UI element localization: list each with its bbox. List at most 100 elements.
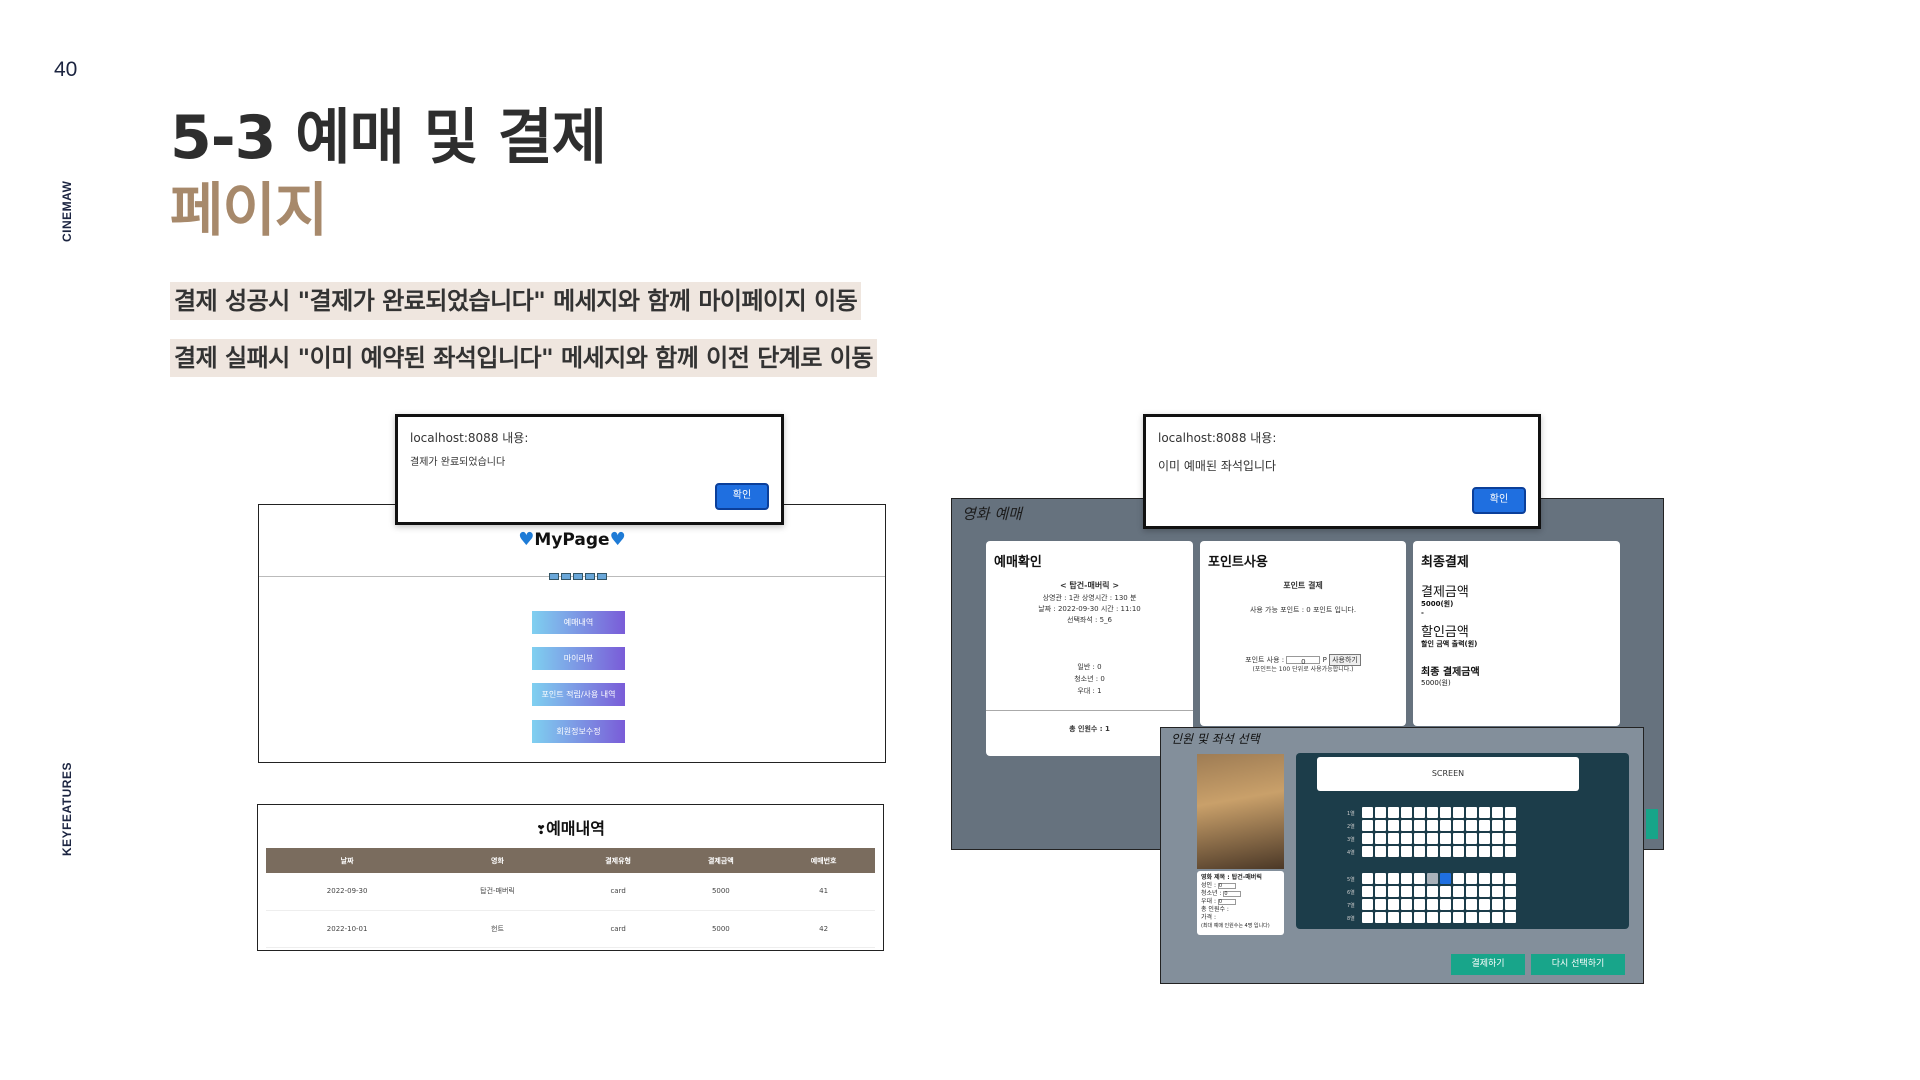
seat[interactable] bbox=[1479, 912, 1490, 923]
seat[interactable] bbox=[1375, 912, 1386, 923]
menu-reservations-button[interactable]: 예매내역 bbox=[532, 611, 625, 634]
seat[interactable] bbox=[1362, 820, 1373, 831]
seat[interactable] bbox=[1388, 873, 1399, 884]
seat[interactable] bbox=[1453, 912, 1464, 923]
seat[interactable] bbox=[1440, 886, 1451, 897]
seat[interactable] bbox=[1440, 807, 1451, 818]
seat[interactable] bbox=[1492, 912, 1503, 923]
seat[interactable] bbox=[1440, 820, 1451, 831]
seat[interactable] bbox=[1505, 886, 1516, 897]
seat[interactable] bbox=[1453, 807, 1464, 818]
seat[interactable] bbox=[1388, 820, 1399, 831]
seat[interactable] bbox=[1401, 899, 1412, 910]
seat[interactable] bbox=[1492, 807, 1503, 818]
seat[interactable] bbox=[1466, 820, 1477, 831]
seat[interactable] bbox=[1453, 833, 1464, 844]
seat[interactable] bbox=[1401, 873, 1412, 884]
seat[interactable] bbox=[1427, 886, 1438, 897]
menu-profile-button[interactable]: 회원정보수정 bbox=[532, 720, 625, 743]
seat[interactable] bbox=[1388, 846, 1399, 857]
seat[interactable] bbox=[1479, 820, 1490, 831]
seat[interactable] bbox=[1362, 846, 1373, 857]
seat[interactable] bbox=[1375, 899, 1386, 910]
seat[interactable] bbox=[1362, 833, 1373, 844]
seat[interactable] bbox=[1492, 820, 1503, 831]
seat[interactable] bbox=[1505, 846, 1516, 857]
senior-count-input[interactable]: 0 bbox=[1217, 898, 1236, 905]
pay-button[interactable]: 결제하기 bbox=[1451, 954, 1525, 975]
seat[interactable] bbox=[1505, 807, 1516, 818]
seat[interactable] bbox=[1362, 899, 1373, 910]
seat[interactable] bbox=[1375, 846, 1386, 857]
seat[interactable] bbox=[1362, 886, 1373, 897]
seat[interactable] bbox=[1466, 807, 1477, 818]
seat[interactable] bbox=[1440, 833, 1451, 844]
seat[interactable] bbox=[1492, 886, 1503, 897]
seat[interactable] bbox=[1479, 899, 1490, 910]
seat[interactable] bbox=[1414, 886, 1425, 897]
seat[interactable] bbox=[1414, 899, 1425, 910]
seat[interactable] bbox=[1362, 912, 1373, 923]
seat[interactable] bbox=[1453, 846, 1464, 857]
seat[interactable] bbox=[1466, 833, 1477, 844]
seat[interactable] bbox=[1505, 833, 1516, 844]
seat[interactable] bbox=[1388, 886, 1399, 897]
seat[interactable] bbox=[1466, 886, 1477, 897]
seat[interactable] bbox=[1427, 873, 1438, 884]
teen-count-input[interactable]: 0 bbox=[1223, 890, 1242, 897]
seat[interactable] bbox=[1505, 912, 1516, 923]
seat[interactable] bbox=[1492, 899, 1503, 910]
seat[interactable] bbox=[1427, 833, 1438, 844]
seat[interactable] bbox=[1375, 807, 1386, 818]
seat[interactable] bbox=[1479, 846, 1490, 857]
seat[interactable] bbox=[1479, 807, 1490, 818]
seat[interactable] bbox=[1453, 886, 1464, 897]
reselect-button[interactable]: 다시 선택하기 bbox=[1531, 954, 1625, 975]
seat[interactable] bbox=[1414, 833, 1425, 844]
seat[interactable] bbox=[1453, 873, 1464, 884]
seat[interactable] bbox=[1440, 873, 1451, 884]
seat[interactable] bbox=[1375, 833, 1386, 844]
seat[interactable] bbox=[1414, 820, 1425, 831]
seat[interactable] bbox=[1466, 846, 1477, 857]
seat[interactable] bbox=[1388, 807, 1399, 818]
seat[interactable] bbox=[1414, 846, 1425, 857]
seat[interactable] bbox=[1479, 886, 1490, 897]
seat[interactable] bbox=[1466, 912, 1477, 923]
seat[interactable] bbox=[1388, 912, 1399, 923]
seat[interactable] bbox=[1453, 820, 1464, 831]
seat[interactable] bbox=[1440, 899, 1451, 910]
seat[interactable] bbox=[1427, 820, 1438, 831]
seat[interactable] bbox=[1440, 846, 1451, 857]
seat[interactable] bbox=[1440, 912, 1451, 923]
menu-reviews-button[interactable]: 마이리뷰 bbox=[532, 647, 625, 670]
seat[interactable] bbox=[1492, 846, 1503, 857]
seat[interactable] bbox=[1362, 807, 1373, 818]
alert-ok-button[interactable]: 확인 bbox=[715, 483, 769, 510]
seat[interactable] bbox=[1492, 873, 1503, 884]
menu-points-button[interactable]: 포인트 적립/사용 내역 bbox=[532, 683, 625, 706]
seat[interactable] bbox=[1401, 833, 1412, 844]
seat[interactable] bbox=[1401, 912, 1412, 923]
seat[interactable] bbox=[1401, 886, 1412, 897]
seat[interactable] bbox=[1414, 873, 1425, 884]
seat[interactable] bbox=[1388, 899, 1399, 910]
seat[interactable] bbox=[1427, 899, 1438, 910]
seat[interactable] bbox=[1466, 873, 1477, 884]
seat[interactable] bbox=[1427, 912, 1438, 923]
seat[interactable] bbox=[1427, 807, 1438, 818]
seat[interactable] bbox=[1414, 807, 1425, 818]
seat[interactable] bbox=[1362, 873, 1373, 884]
seat[interactable] bbox=[1401, 846, 1412, 857]
seat[interactable] bbox=[1505, 873, 1516, 884]
seat[interactable] bbox=[1479, 833, 1490, 844]
seat[interactable] bbox=[1375, 873, 1386, 884]
seat[interactable] bbox=[1427, 846, 1438, 857]
seat[interactable] bbox=[1466, 899, 1477, 910]
adult-count-input[interactable]: 0 bbox=[1217, 882, 1236, 889]
seat[interactable] bbox=[1414, 912, 1425, 923]
seat[interactable] bbox=[1453, 899, 1464, 910]
seat[interactable] bbox=[1492, 833, 1503, 844]
seat[interactable] bbox=[1388, 833, 1399, 844]
seat[interactable] bbox=[1479, 873, 1490, 884]
